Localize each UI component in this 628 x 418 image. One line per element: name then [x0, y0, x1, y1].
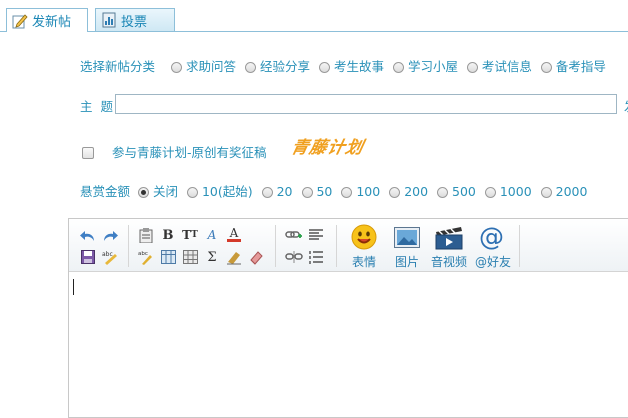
video-icon: [435, 227, 463, 250]
category-radio[interactable]: [392, 62, 404, 73]
reward-option[interactable]: 500: [452, 184, 476, 199]
vote-icon: [101, 12, 117, 28]
undo-icon[interactable]: [79, 227, 97, 245]
subject-row: 主 题: [80, 96, 113, 115]
ordered-list-icon[interactable]: [307, 248, 325, 266]
category-option[interactable]: 学习小屋: [408, 59, 458, 74]
tab-vote[interactable]: 投票: [95, 8, 175, 31]
reward-option[interactable]: 2000: [556, 184, 588, 199]
rich-text-editor: abc B TT A A abc Σ 表情 图片 音视频 @ @好友: [68, 218, 628, 418]
smiley-icon: [351, 224, 377, 250]
editor-content-area[interactable]: [69, 272, 628, 417]
tab-new-post[interactable]: 发新帖: [6, 8, 88, 32]
media-button[interactable]: 音视频: [427, 221, 471, 269]
emoticon-button[interactable]: 表情: [342, 221, 386, 269]
emoticon-caption: 表情: [351, 255, 376, 269]
reward-option[interactable]: 10(起始): [202, 184, 253, 199]
reward-radio-selected[interactable]: [138, 187, 149, 198]
font-color-icon[interactable]: A: [225, 225, 243, 243]
toolbar-separator: [336, 225, 337, 267]
reward-radio[interactable]: [389, 187, 401, 198]
category-radio[interactable]: [466, 62, 478, 73]
align-left-icon[interactable]: [307, 226, 325, 244]
reward-radio[interactable]: [437, 187, 449, 198]
reward-option[interactable]: 关闭: [153, 184, 178, 199]
tab-divider: [0, 31, 628, 32]
tab-new-post-label: 发新帖: [32, 15, 72, 30]
reward-radio[interactable]: [341, 187, 353, 198]
category-option[interactable]: 考生故事: [334, 59, 384, 74]
category-option[interactable]: 考试信息: [482, 59, 532, 74]
category-option[interactable]: 经验分享: [260, 59, 310, 74]
plan-row: 参与青藤计划-原创有奖征稿: [82, 142, 267, 161]
reward-radio[interactable]: [540, 187, 552, 198]
svg-text:abc: abc: [138, 251, 148, 257]
format-brush-icon[interactable]: abc: [137, 248, 155, 266]
plan-checkbox[interactable]: [82, 147, 94, 159]
eraser-icon[interactable]: [247, 248, 265, 266]
reward-radio[interactable]: [484, 187, 496, 198]
category-option[interactable]: 备考指导: [556, 59, 606, 74]
bold-icon[interactable]: B: [159, 226, 177, 244]
spellcheck-icon[interactable]: abc: [101, 248, 119, 266]
formula-icon[interactable]: Σ: [203, 248, 221, 266]
media-caption: 音视频: [430, 255, 467, 269]
reward-radio[interactable]: [301, 187, 313, 198]
edit-post-icon: [12, 13, 28, 29]
category-radio[interactable]: [318, 62, 330, 73]
plan-logo: 青藤计划: [289, 138, 366, 158]
category-option[interactable]: 求助问答: [186, 59, 236, 74]
reward-label: 悬赏金额: [80, 184, 131, 199]
plan-checkbox-label[interactable]: 参与青藤计划-原创有奖征稿: [112, 145, 267, 160]
category-radio[interactable]: [540, 62, 552, 73]
font-size-icon[interactable]: TT: [181, 226, 199, 244]
font-family-icon[interactable]: A: [203, 226, 221, 244]
subject-trailing-text: 发: [624, 96, 628, 115]
toolbar-separator: [128, 225, 129, 267]
category-radio[interactable]: [244, 62, 256, 73]
category-row: 选择新帖分类 求助问答 经验分享 考生故事 学习小屋 考试信息 备考指导: [80, 56, 611, 75]
table-icon[interactable]: [159, 248, 177, 266]
grid-table-icon[interactable]: [181, 248, 199, 266]
reward-radio[interactable]: [186, 187, 198, 198]
mention-button[interactable]: @ @好友: [471, 221, 515, 269]
paste-text-icon[interactable]: [137, 226, 155, 244]
at-icon: @: [479, 222, 504, 251]
image-button[interactable]: 图片: [385, 221, 429, 269]
image-caption: 图片: [394, 255, 419, 269]
tab-bar: 发新帖 投票: [0, 0, 628, 32]
redo-icon[interactable]: [101, 227, 119, 245]
picture-icon: [394, 227, 420, 248]
category-radio[interactable]: [171, 62, 182, 73]
toolbar-separator: [519, 225, 520, 267]
reward-option[interactable]: 200: [404, 184, 428, 199]
category-label: 选择新帖分类: [80, 59, 156, 74]
editor-toolbar: abc B TT A A abc Σ 表情 图片 音视频 @ @好友: [69, 219, 628, 272]
reward-row: 悬赏金额 关闭 10(起始) 20 50 100 200 500 1000 20…: [80, 181, 592, 200]
reward-option[interactable]: 20: [277, 184, 293, 199]
tab-vote-label: 投票: [121, 14, 148, 30]
reward-radio[interactable]: [261, 187, 273, 198]
subject-label: 主 题: [80, 99, 113, 114]
unlink-icon[interactable]: [285, 248, 303, 266]
subject-input[interactable]: [115, 94, 617, 114]
reward-option[interactable]: 50: [316, 184, 332, 199]
toolbar-separator: [275, 225, 276, 267]
mention-caption: @好友: [474, 255, 511, 269]
svg-text:abc: abc: [102, 251, 113, 258]
reward-option[interactable]: 1000: [500, 184, 532, 199]
reward-option[interactable]: 100: [356, 184, 380, 199]
save-icon[interactable]: [79, 248, 97, 266]
insert-link-icon[interactable]: [285, 226, 303, 244]
clear-format-icon[interactable]: [225, 248, 243, 266]
